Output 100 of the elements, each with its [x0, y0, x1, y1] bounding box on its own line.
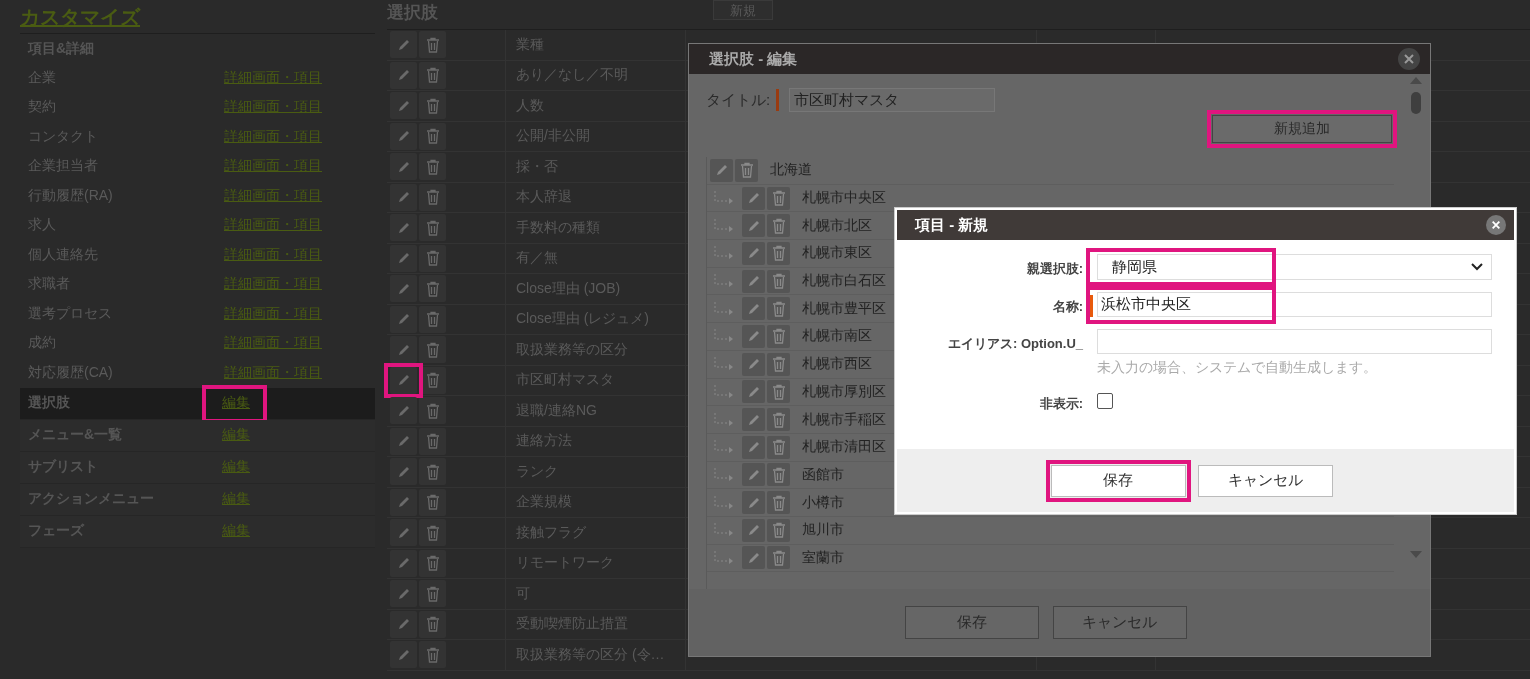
pencil-icon	[396, 617, 411, 632]
field-label: 親選択肢:	[1026, 260, 1083, 278]
field-label: 非表示:	[1039, 395, 1083, 413]
pencil-icon	[396, 159, 411, 174]
section-label: 選択肢	[28, 394, 71, 412]
tree-item-label: 札幌市手稲区	[802, 410, 886, 429]
trash-icon	[425, 524, 440, 541]
trash-icon	[771, 522, 786, 539]
pencil-icon	[714, 163, 729, 178]
dialog-title: 項目 - 新規	[915, 215, 989, 235]
add-new-button[interactable]: 新規追加	[1212, 115, 1392, 143]
child-arrow-icon	[713, 218, 735, 233]
text-field[interactable]	[1097, 329, 1492, 354]
required-marker	[776, 89, 780, 111]
pencil-icon	[746, 329, 761, 344]
pencil-icon	[396, 342, 411, 357]
pencil-icon	[396, 220, 411, 235]
tree-item-label: 札幌市清田区	[802, 438, 886, 457]
trash-icon	[425, 219, 440, 236]
tree-item-label: 札幌市厚別区	[802, 382, 886, 401]
child-arrow-icon	[713, 384, 735, 399]
trash-icon	[425, 402, 440, 419]
selected-value: 静岡県	[1112, 257, 1157, 277]
save-button[interactable]: 保存	[1050, 464, 1186, 497]
trash-icon	[425, 585, 440, 602]
trash-icon	[771, 245, 786, 262]
trash-icon	[425, 433, 440, 450]
hidden-checkbox[interactable]	[1097, 393, 1113, 409]
trash-icon	[771, 549, 786, 566]
trash-icon	[771, 494, 786, 511]
save-button[interactable]: 保存	[904, 606, 1039, 639]
child-arrow-icon	[713, 523, 735, 538]
pencil-icon	[396, 129, 411, 144]
parent-select[interactable]: 静岡県	[1097, 254, 1492, 280]
pencil-icon	[396, 373, 411, 388]
title-field[interactable]: 市区町村マスタ	[789, 88, 996, 112]
scroll-thumb[interactable]	[1411, 92, 1421, 114]
cancel-button[interactable]: キャンセル	[1052, 606, 1187, 639]
hint-text: 未入力の場合、システムで自動生成します。	[1097, 359, 1378, 377]
cancel-button[interactable]: キャンセル	[1197, 464, 1333, 497]
pencil-icon	[396, 586, 411, 601]
pencil-icon	[396, 37, 411, 52]
child-arrow-icon	[713, 550, 735, 565]
pencil-icon	[396, 434, 411, 449]
pencil-icon	[746, 440, 761, 455]
tree-item-label: 室蘭市	[802, 548, 844, 567]
dialog-title: 選択肢 - 編集	[709, 49, 798, 69]
pencil-icon	[746, 218, 761, 233]
pencil-icon	[746, 550, 761, 565]
trash-icon	[771, 439, 786, 456]
child-arrow-icon	[713, 357, 735, 372]
scroll-up-icon	[1410, 76, 1422, 84]
trash-icon	[425, 372, 440, 389]
tree-item-label: 函館市	[802, 465, 844, 484]
pencil-icon	[746, 495, 761, 510]
pencil-icon	[746, 523, 761, 538]
child-arrow-icon	[713, 467, 735, 482]
pencil-icon	[746, 246, 761, 261]
sidebar-section-row[interactable]: 選択肢 編集	[20, 387, 375, 420]
trash-icon	[425, 494, 440, 511]
close-icon	[1403, 53, 1415, 65]
close-button[interactable]	[1486, 215, 1506, 235]
trash-icon	[771, 356, 786, 373]
trash-icon	[425, 280, 440, 297]
trash-icon	[425, 250, 440, 267]
tree-item-label: 札幌市北区	[802, 216, 872, 235]
child-arrow-icon	[713, 495, 735, 510]
tree-item-label: 札幌市中央区	[802, 189, 886, 208]
tree-item-label: 札幌市東区	[802, 244, 872, 263]
trash-icon	[425, 616, 440, 633]
edit-link[interactable]: 編集	[222, 394, 250, 412]
pencil-icon	[396, 525, 411, 540]
tree-item-label: 札幌市西区	[802, 355, 872, 374]
trash-icon	[771, 190, 786, 207]
trash-icon	[771, 300, 786, 317]
text-field[interactable]: 浜松市中央区	[1097, 292, 1492, 317]
close-icon	[1491, 220, 1501, 230]
pencil-icon	[746, 191, 761, 206]
field-label: タイトル:	[706, 90, 771, 110]
child-arrow-icon	[713, 301, 735, 316]
field-label: エイリアス: Option.U_	[947, 335, 1083, 353]
chevron-down-icon	[1471, 263, 1483, 271]
pencil-icon	[396, 403, 411, 418]
child-arrow-icon	[713, 329, 735, 344]
pencil-icon	[396, 495, 411, 510]
pencil-icon	[396, 190, 411, 205]
pencil-icon	[396, 251, 411, 266]
pencil-icon	[746, 301, 761, 316]
child-arrow-icon	[713, 191, 735, 206]
trash-icon	[425, 128, 440, 145]
child-arrow-icon	[713, 412, 735, 427]
tree-item-label: 札幌市白石区	[802, 272, 886, 291]
trash-icon	[771, 217, 786, 234]
trash-icon	[771, 273, 786, 290]
pencil-icon	[746, 274, 761, 289]
pencil-icon	[396, 98, 411, 113]
close-button[interactable]	[1398, 48, 1420, 70]
trash-icon	[425, 97, 440, 114]
field-label: 名称:	[1052, 298, 1083, 316]
trash-icon	[739, 162, 754, 179]
